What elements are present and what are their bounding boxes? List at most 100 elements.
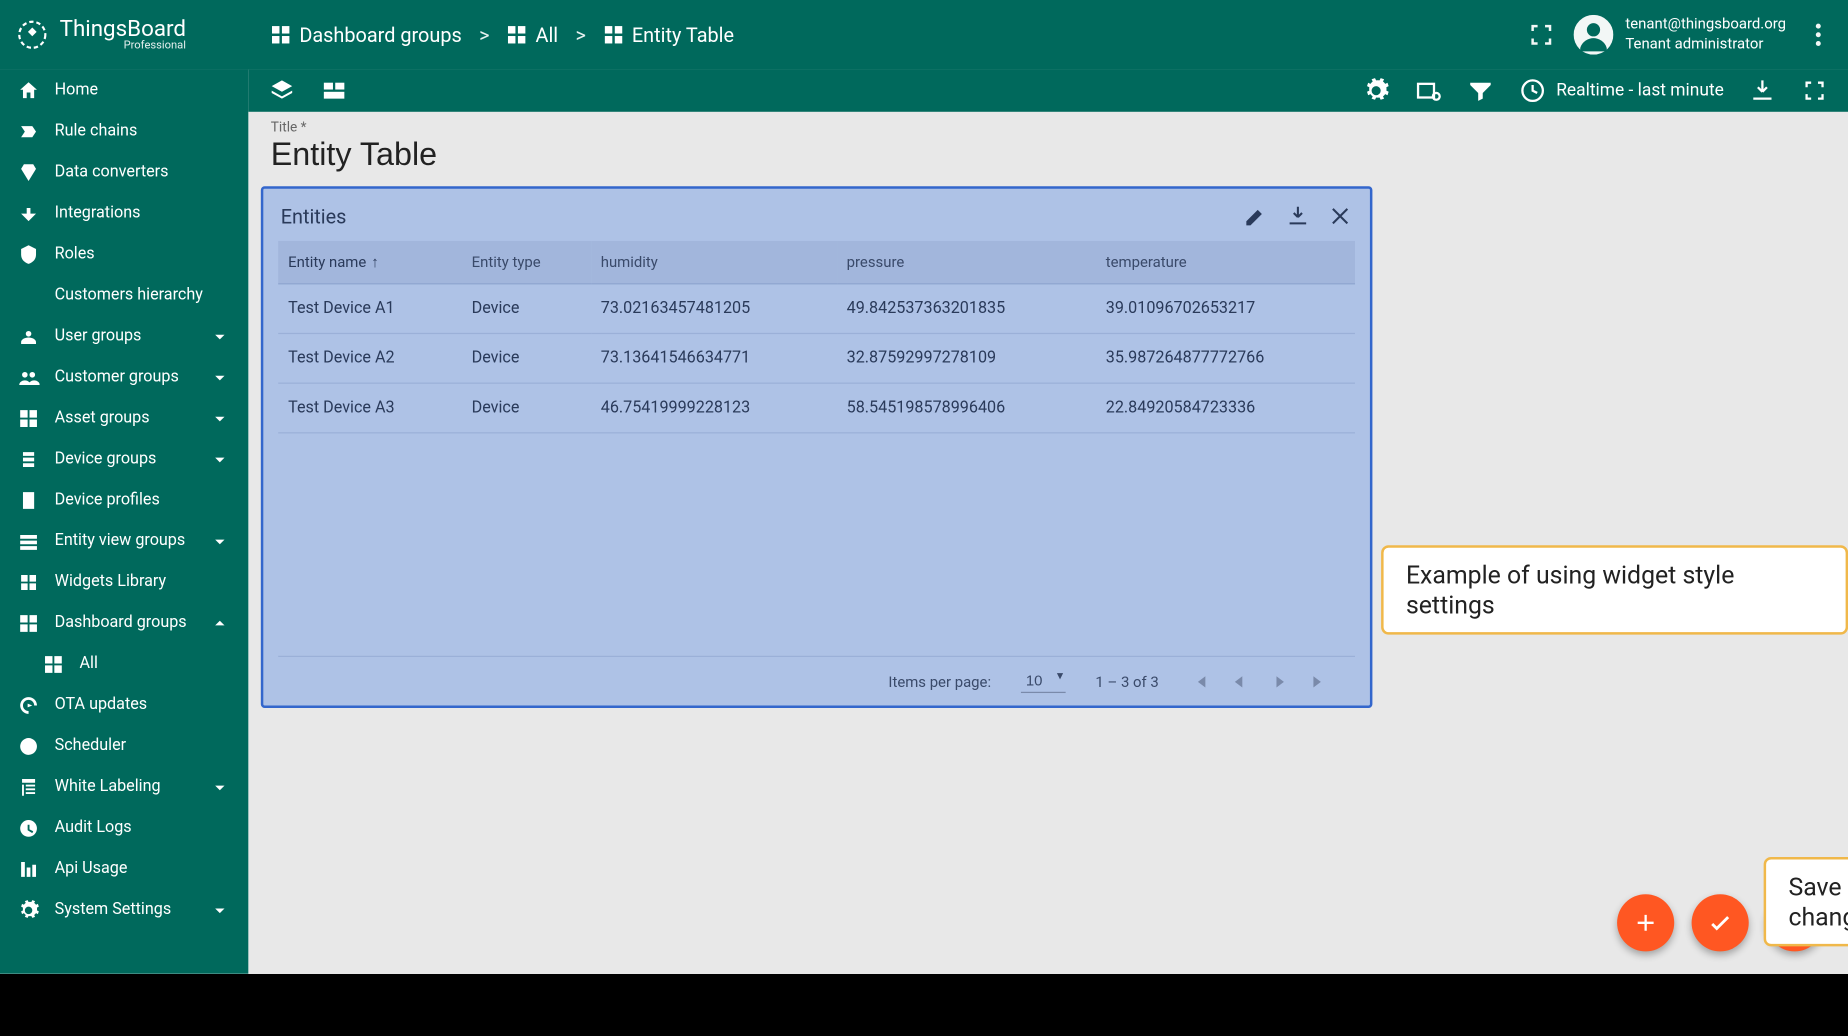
sidebar-item-scheduler[interactable]: Scheduler	[0, 725, 248, 766]
download-icon[interactable]	[1285, 204, 1310, 229]
chevron-down-icon	[209, 899, 231, 921]
column-header[interactable]: pressure	[837, 241, 1096, 284]
sidebar-item-roles[interactable]: Roles	[0, 233, 248, 274]
sidebar-item-asset-groups[interactable]: Asset groups	[0, 397, 248, 438]
breadcrumb-group[interactable]: All	[507, 23, 558, 47]
nav-label: Asset groups	[55, 409, 150, 428]
chevron-down-icon	[209, 407, 231, 429]
nav-label: Home	[55, 81, 98, 100]
first-page-icon[interactable]	[1189, 670, 1211, 692]
logo-icon	[15, 17, 50, 52]
timewindow-button[interactable]: Realtime - last minute	[1519, 77, 1724, 104]
cell-humidity: 46.75419999228123	[591, 383, 837, 433]
cell-pressure: 49.842537363201835	[837, 284, 1096, 334]
table-row[interactable]: Test Device A1Device73.0216345748120549.…	[278, 284, 1355, 334]
column-header[interactable]: humidity	[591, 241, 837, 284]
filter-icon[interactable]	[1467, 77, 1494, 104]
table-row[interactable]: Test Device A3Device46.7541999922812358.…	[278, 383, 1355, 433]
sidebar-item-ota-updates[interactable]: OTA updates	[0, 684, 248, 725]
column-header[interactable]: Entity type	[462, 241, 591, 284]
export-icon[interactable]	[1749, 77, 1776, 104]
save-button[interactable]	[1692, 894, 1749, 951]
nav-label: Device groups	[55, 450, 157, 469]
user-menu[interactable]: tenant@thingsboard.org Tenant administra…	[1573, 15, 1786, 55]
brand-name: ThingsBoard	[60, 18, 186, 40]
cell-name: Test Device A3	[278, 383, 461, 433]
nav-icon	[17, 530, 39, 552]
brand-edition: Professional	[60, 40, 186, 51]
sidebar-item-audit-logs[interactable]: Audit Logs	[0, 807, 248, 848]
breadcrumb-current[interactable]: Entity Table	[603, 23, 734, 47]
next-page-icon[interactable]	[1268, 670, 1290, 692]
cell-pressure: 32.87592997278109	[837, 333, 1096, 383]
sort-arrow-icon: ↑	[371, 253, 378, 270]
sidebar-item-widgets-library[interactable]: Widgets Library	[0, 561, 248, 602]
nav-icon	[17, 79, 39, 101]
sidebar-item-api-usage[interactable]: Api Usage	[0, 848, 248, 889]
cell-type: Device	[462, 383, 591, 433]
layout-icon[interactable]	[320, 77, 347, 104]
sidebar-item-integrations[interactable]: Integrations	[0, 193, 248, 234]
sidebar-item-all[interactable]: All	[0, 643, 248, 684]
sidebar-item-dashboard-groups[interactable]: Dashboard groups	[0, 602, 248, 643]
table-pager: Items per page: 10 1 – 3 of 3	[278, 656, 1355, 706]
settings-icon[interactable]	[1362, 77, 1389, 104]
breadcrumb-root[interactable]: Dashboard groups	[271, 23, 462, 47]
more-icon[interactable]	[1803, 20, 1833, 50]
sidebar-item-home[interactable]: Home	[0, 70, 248, 111]
nav-icon	[17, 571, 39, 593]
title-input[interactable]	[271, 135, 687, 174]
add-widget-button[interactable]	[1617, 894, 1674, 951]
sidebar-item-device-groups[interactable]: Device groups	[0, 438, 248, 479]
sidebar-item-entity-view-groups[interactable]: Entity view groups	[0, 520, 248, 561]
nav-icon	[17, 407, 39, 429]
nav-icon	[17, 899, 39, 921]
sidebar-item-data-converters[interactable]: Data converters	[0, 152, 248, 193]
sidebar-item-customer-groups[interactable]: Customer groups	[0, 356, 248, 397]
column-header[interactable]: temperature	[1096, 241, 1355, 284]
cell-name: Test Device A1	[278, 284, 461, 334]
chevron-down-icon	[209, 776, 231, 798]
table-row[interactable]: Test Device A2Device73.1364154663477132.…	[278, 333, 1355, 383]
nav-label: All	[79, 655, 97, 674]
nav-label: Customer groups	[55, 368, 179, 387]
sidebar-item-white-labeling[interactable]: White Labeling	[0, 766, 248, 807]
sidebar-item-customers-hierarchy[interactable]: Customers hierarchy	[0, 274, 248, 315]
nav-label: Integrations	[55, 204, 141, 223]
cell-pressure: 58.545198578996406	[837, 383, 1096, 433]
page-size-select[interactable]: 10	[1021, 669, 1066, 693]
entities-widget[interactable]: Entities Entity name↑Entity typehumidity…	[261, 186, 1373, 708]
close-icon[interactable]	[1328, 204, 1353, 229]
callout-save: Save changes	[1764, 857, 1848, 946]
nav-icon	[17, 489, 39, 511]
sidebar-item-user-groups[interactable]: User groups	[0, 315, 248, 356]
widget-title: Entities	[281, 204, 347, 228]
main-area: Realtime - last minute Title * Entities	[248, 70, 1848, 974]
fullscreen-icon[interactable]	[1801, 77, 1828, 104]
nav-label: Data converters	[55, 163, 169, 182]
cell-temperature: 22.84920584723336	[1096, 383, 1355, 433]
sidebar-item-system-settings[interactable]: System Settings	[0, 889, 248, 930]
edit-icon[interactable]	[1243, 204, 1268, 229]
column-header[interactable]: Entity name↑	[278, 241, 461, 284]
cell-type: Device	[462, 333, 591, 383]
nav-label: Entity view groups	[55, 532, 186, 551]
clock-icon	[1519, 77, 1546, 104]
last-page-icon[interactable]	[1308, 670, 1330, 692]
cell-type: Device	[462, 284, 591, 334]
sidebar-item-rule-chains[interactable]: Rule chains	[0, 111, 248, 152]
nav-icon	[17, 202, 39, 224]
sidebar-item-device-profiles[interactable]: Device profiles	[0, 479, 248, 520]
nav-label: Rule chains	[55, 122, 138, 141]
entity-alias-icon[interactable]	[1415, 77, 1442, 104]
nav-icon	[17, 366, 39, 388]
fullscreen-icon[interactable]	[1526, 20, 1556, 50]
brand-logo[interactable]: ThingsBoard Professional	[15, 17, 248, 52]
layers-icon[interactable]	[268, 77, 295, 104]
nav-icon	[17, 612, 39, 634]
prev-page-icon[interactable]	[1228, 670, 1250, 692]
breadcrumb-separator: >	[576, 23, 586, 47]
pager-label: Items per page:	[888, 673, 991, 690]
chevron-down-icon	[209, 366, 231, 388]
nav-icon	[17, 284, 39, 306]
